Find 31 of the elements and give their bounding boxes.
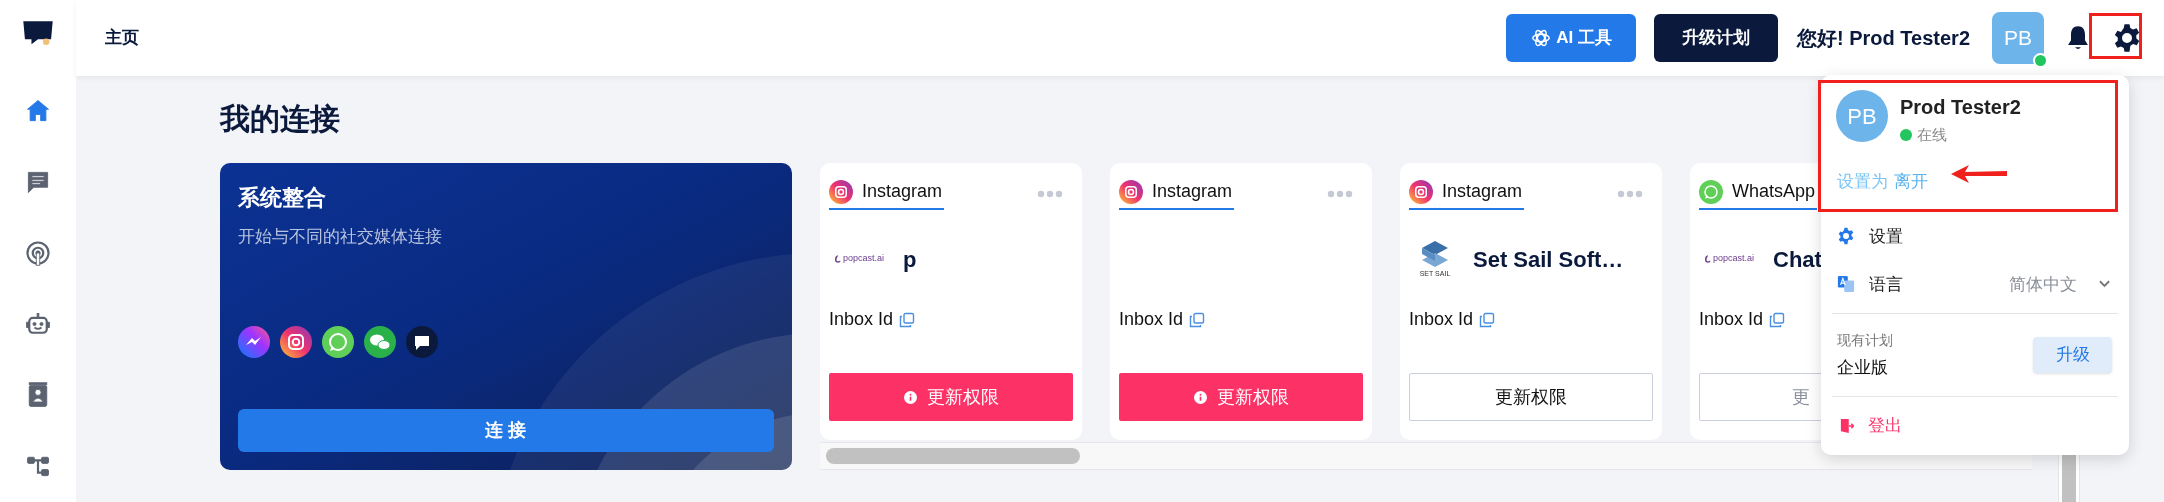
inbox-id-label: Inbox Id — [1119, 308, 1184, 331]
platform-label: Instagram — [1152, 180, 1234, 203]
platform-label: Instagram — [862, 180, 944, 203]
language-value: 简体中文 — [2009, 273, 2077, 296]
button-label: 更新权限 — [926, 385, 999, 409]
plan-label: 现有计划 — [1837, 330, 1893, 350]
card-title: 系统整合 — [238, 184, 327, 212]
button-label: 更 — [1792, 385, 1810, 409]
inbox-id-label: Inbox Id — [829, 308, 894, 331]
menu-item-label: 设置 — [1869, 225, 1903, 248]
page-breadcrumb: 主页 — [105, 27, 139, 50]
user-name: Prod Tester2 — [1900, 95, 2021, 120]
account-name: Set Sail Soft… — [1473, 245, 1624, 274]
button-label: 更新权限 — [1216, 385, 1289, 409]
card-subtitle: 开始与不同的社交媒体连接 — [238, 226, 443, 248]
ai-tools-label: AI 工具 — [1556, 27, 1612, 50]
status-text: 在线 — [1917, 125, 1947, 145]
page-title: 我的连接 — [220, 101, 340, 137]
account-name: Chat — [1773, 245, 1822, 274]
inbox-id-label: Inbox Id — [1409, 308, 1474, 331]
inbox-id-label: Inbox Id — [1699, 308, 1764, 331]
button-label: 更新权限 — [1495, 385, 1567, 409]
logo-text: popcast.ai — [1713, 252, 1755, 266]
account-name: p — [903, 245, 917, 274]
platform-label: Instagram — [1442, 180, 1524, 203]
logo-text: popcast.ai — [843, 252, 885, 266]
user-avatar: PB — [1836, 90, 1888, 142]
platform-label: WhatsApp — [1732, 180, 1817, 203]
set-status-text: 设置为 — [1837, 170, 1888, 193]
menu-item-label: 语言 — [1869, 273, 1903, 296]
greeting-text: 您好! Prod Tester2 — [1797, 26, 1970, 51]
